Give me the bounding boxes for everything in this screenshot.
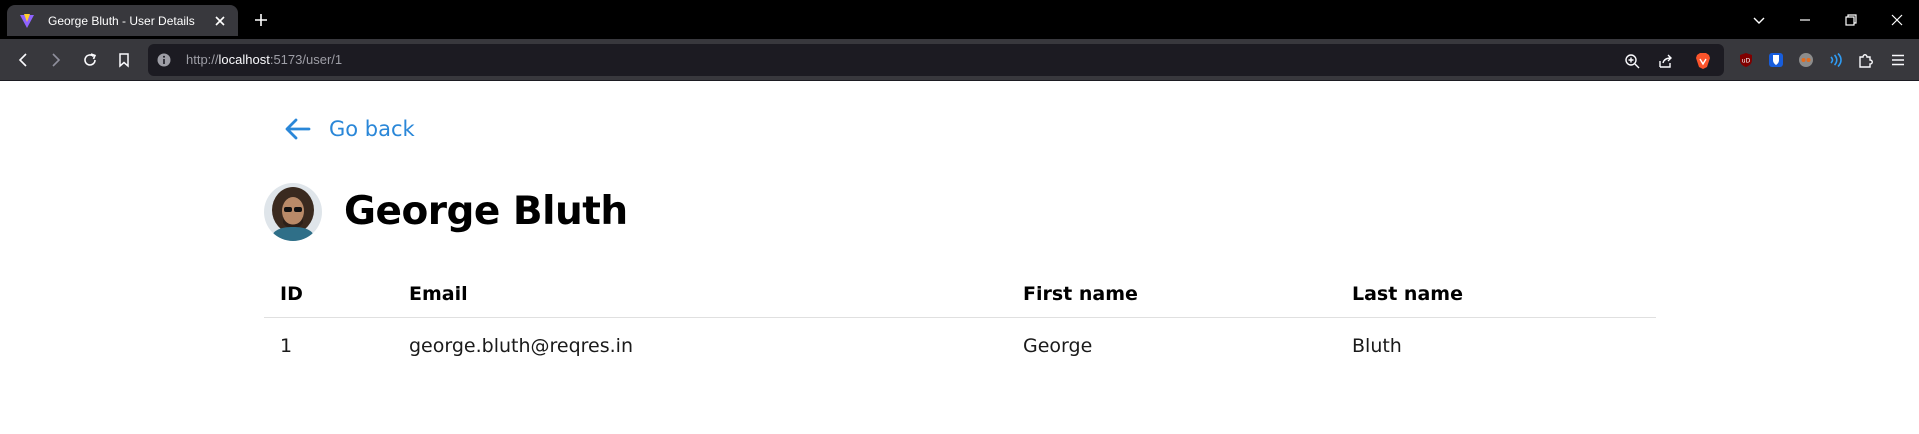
ublock-extension-icon[interactable]: uD (1737, 51, 1755, 69)
back-arrow-icon[interactable] (13, 50, 33, 70)
browser-tab-strip: George Bluth - User Details (0, 0, 1919, 39)
reload-icon[interactable] (80, 50, 100, 70)
close-window-icon[interactable] (1887, 10, 1907, 30)
url-text[interactable]: http://localhost:5173/user/1 (186, 52, 342, 67)
url-scheme: http:// (186, 52, 219, 67)
svg-text:uD: uD (1742, 58, 1751, 65)
app-menu-icon[interactable] (1889, 51, 1907, 69)
minimize-icon[interactable] (1795, 10, 1815, 30)
restore-icon[interactable] (1841, 10, 1861, 30)
tab-list-chevron-icon[interactable] (1749, 10, 1769, 30)
avatar (264, 183, 322, 241)
new-tab-icon[interactable] (251, 10, 271, 30)
tab-close-icon[interactable] (212, 13, 228, 29)
arrow-left-icon (283, 114, 313, 144)
go-back-link[interactable]: Go back (283, 114, 415, 144)
url-host: localhost (218, 52, 270, 67)
cell-last-name: Bluth (1352, 334, 1402, 357)
column-header-last-name: Last name (1336, 271, 1656, 318)
column-header-email: Email (393, 271, 1007, 318)
go-back-label: Go back (329, 117, 415, 141)
url-path: :5173/user/1 (269, 52, 343, 67)
browser-tab-active[interactable]: George Bluth - User Details (7, 5, 238, 36)
browser-toolbar: http://localhost:5173/user/1 uD (0, 39, 1919, 81)
brave-shield-icon[interactable] (1694, 52, 1712, 70)
column-header-first-name: First name (1007, 271, 1336, 318)
address-bar[interactable]: http://localhost:5173/user/1 (148, 44, 1724, 76)
privacy-badger-extension-icon[interactable] (1797, 51, 1815, 69)
cell-email: george.bluth@reqres.in (409, 334, 634, 357)
bitwarden-extension-icon[interactable] (1767, 51, 1785, 69)
vite-favicon-icon (19, 13, 35, 29)
extensions-puzzle-icon[interactable] (1857, 51, 1875, 69)
cell-first-name: George (1023, 334, 1093, 357)
read-aloud-extension-icon[interactable] (1826, 51, 1844, 69)
cell-id: 1 (280, 334, 293, 357)
table-header-row: ID Email First name Last name (264, 271, 1656, 318)
tab-title: George Bluth - User Details (48, 13, 195, 28)
user-details-table: ID Email First name Last name 1 george.b… (264, 271, 1656, 374)
share-icon[interactable] (1657, 52, 1675, 70)
forward-arrow-icon[interactable] (46, 50, 66, 70)
zoom-icon[interactable] (1623, 52, 1641, 70)
site-info-icon[interactable] (156, 52, 172, 68)
table-row: 1 george.bluth@reqres.in George Bluth (264, 317, 1656, 374)
column-header-id: ID (264, 271, 393, 318)
bookmark-icon[interactable] (114, 50, 134, 70)
page-title: George Bluth (344, 189, 628, 234)
